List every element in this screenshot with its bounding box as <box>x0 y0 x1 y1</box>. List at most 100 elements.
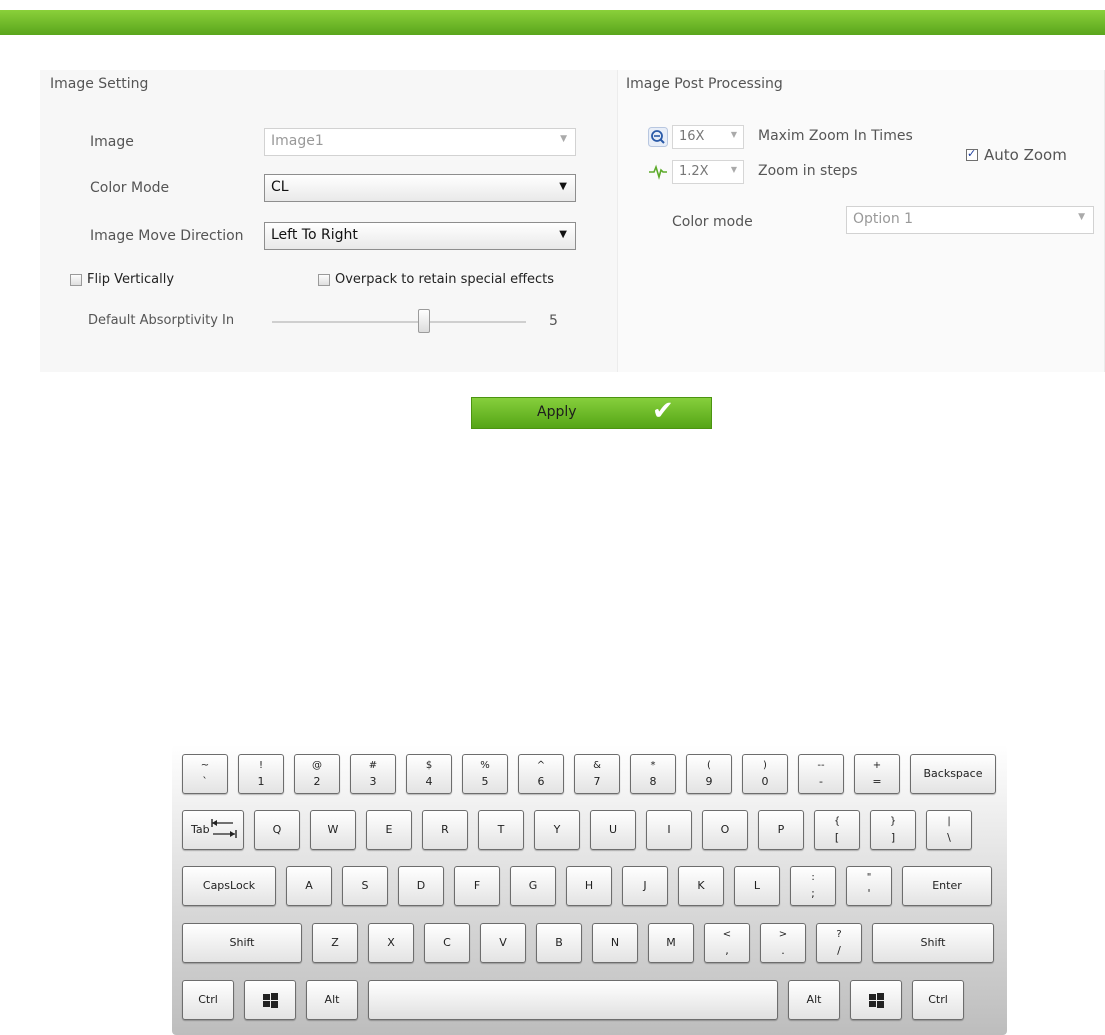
chevron-down-icon: ▼ <box>559 181 567 192</box>
color-mode-value: CL <box>271 179 289 195</box>
key-shift[interactable]: Shift <box>182 923 302 963</box>
key-f[interactable]: F <box>454 866 500 906</box>
key-m[interactable]: M <box>648 923 694 963</box>
key-i[interactable]: I <box>646 810 692 850</box>
absorptivity-value: 5 <box>549 313 558 329</box>
key-label: Q <box>272 823 282 836</box>
key-shift-char: : <box>811 872 815 883</box>
key-u[interactable]: U <box>590 810 636 850</box>
key-semicolon[interactable]: :; <box>790 866 836 906</box>
key-alt[interactable]: Alt <box>306 980 358 1020</box>
key-enter[interactable]: Enter <box>902 866 992 906</box>
key-6[interactable]: ^ 6 <box>518 754 564 794</box>
key-r[interactable]: R <box>422 810 468 850</box>
key-l[interactable]: L <box>734 866 780 906</box>
key-label: G <box>528 879 538 892</box>
key-ctrl[interactable]: Ctrl <box>182 980 234 1020</box>
key-b[interactable]: B <box>536 923 582 963</box>
key-s[interactable]: S <box>342 866 388 906</box>
key-8[interactable]: * 8 <box>630 754 676 794</box>
key-backspace[interactable]: Backspace <box>910 754 996 794</box>
key-7[interactable]: & 7 <box>574 754 620 794</box>
flip-vertically-checkbox[interactable] <box>70 274 82 286</box>
key-o[interactable]: O <box>702 810 748 850</box>
key-w[interactable]: W <box>310 810 356 850</box>
top-bar <box>0 10 1105 35</box>
key-label: O <box>720 823 730 836</box>
chevron-down-icon: ▼ <box>559 229 567 240</box>
checkmark-icon: ✔ <box>652 396 674 426</box>
key-p[interactable]: P <box>758 810 804 850</box>
key-tab[interactable]: Tab <box>182 810 244 850</box>
key-4[interactable]: $4 <box>406 754 452 794</box>
zoom-steps-select[interactable]: 1.2X ▼ <box>672 160 744 184</box>
key-1[interactable]: ! 1 <box>238 754 284 794</box>
key-e[interactable]: E <box>366 810 412 850</box>
key-backslash[interactable]: | \ <box>926 810 972 850</box>
key-comma[interactable]: <, <box>704 923 750 963</box>
key-h[interactable]: H <box>566 866 612 906</box>
key-left-bracket[interactable]: {[ <box>814 810 860 850</box>
key-c[interactable]: C <box>424 923 470 963</box>
apply-label: Apply <box>537 404 577 420</box>
key-x[interactable]: X <box>368 923 414 963</box>
zoom-out-icon[interactable] <box>648 127 668 147</box>
key-right-bracket[interactable]: }] <box>870 810 916 850</box>
pulse-icon[interactable] <box>648 161 668 181</box>
key-shift[interactable]: Shift <box>872 923 994 963</box>
key-y[interactable]: Y <box>534 810 580 850</box>
key-0[interactable]: ) 0 <box>742 754 788 794</box>
key-alt[interactable]: Alt <box>788 980 840 1020</box>
key-9[interactable]: (9 <box>686 754 732 794</box>
key-3[interactable]: #3 <box>350 754 396 794</box>
key-label: E <box>385 823 393 836</box>
key-char: 4 <box>425 775 433 788</box>
key-label: K <box>697 879 705 892</box>
key-equals[interactable]: + = <box>854 754 900 794</box>
key-label: V <box>499 936 507 949</box>
key-label: N <box>610 936 620 949</box>
key-period[interactable]: >. <box>760 923 806 963</box>
key-shift-char: @ <box>312 760 322 771</box>
key-label: F <box>473 879 481 892</box>
max-zoom-value: 16X <box>679 129 705 144</box>
key-q[interactable]: Q <box>254 810 300 850</box>
image-select[interactable]: Image1 ▼ <box>264 128 576 156</box>
key-5[interactable]: % 5 <box>462 754 508 794</box>
key-ctrl[interactable]: Ctrl <box>912 980 964 1020</box>
key-minus[interactable]: -- - <box>798 754 844 794</box>
move-direction-select[interactable]: Left To Right ▼ <box>264 222 576 250</box>
key-d[interactable]: D <box>398 866 444 906</box>
key-char: ; <box>811 887 815 900</box>
key-k[interactable]: K <box>678 866 724 906</box>
windows-icon[interactable] <box>850 980 902 1020</box>
color-mode-label: Color Mode <box>90 180 170 196</box>
key-n[interactable]: N <box>592 923 638 963</box>
key-t[interactable]: T <box>478 810 524 850</box>
windows-icon[interactable] <box>244 980 296 1020</box>
key-shift-char: $ <box>425 760 433 771</box>
key-backtick[interactable]: ~ ` <box>182 754 228 794</box>
color-mode-select[interactable]: Option 1 ▼ <box>846 206 1094 234</box>
key-char: 8 <box>649 775 657 788</box>
key-v[interactable]: V <box>480 923 526 963</box>
key-g[interactable]: G <box>510 866 556 906</box>
chevron-down-icon: ▼ <box>1078 212 1085 222</box>
key-a[interactable]: A <box>286 866 332 906</box>
key-shift-char: } <box>889 816 897 827</box>
key-char: ' <box>867 887 871 900</box>
key-2[interactable]: @2 <box>294 754 340 794</box>
max-zoom-select[interactable]: 16X ▼ <box>672 125 744 149</box>
key-quote[interactable]: " ' <box>846 866 892 906</box>
apply-button[interactable]: Apply ✔ <box>471 396 712 429</box>
key-z[interactable]: Z <box>312 923 358 963</box>
key-j[interactable]: J <box>622 866 668 906</box>
auto-zoom-checkbox[interactable] <box>966 147 978 161</box>
overpack-checkbox[interactable] <box>318 274 330 286</box>
key-slash[interactable]: ? / <box>816 923 862 963</box>
key-capslock[interactable]: CapsLock <box>182 866 276 906</box>
absorptivity-slider-track[interactable] <box>272 321 526 323</box>
key-space[interactable] <box>368 980 778 1020</box>
absorptivity-slider-thumb[interactable] <box>418 309 430 333</box>
color-mode-select[interactable]: CL ▼ <box>264 174 576 202</box>
